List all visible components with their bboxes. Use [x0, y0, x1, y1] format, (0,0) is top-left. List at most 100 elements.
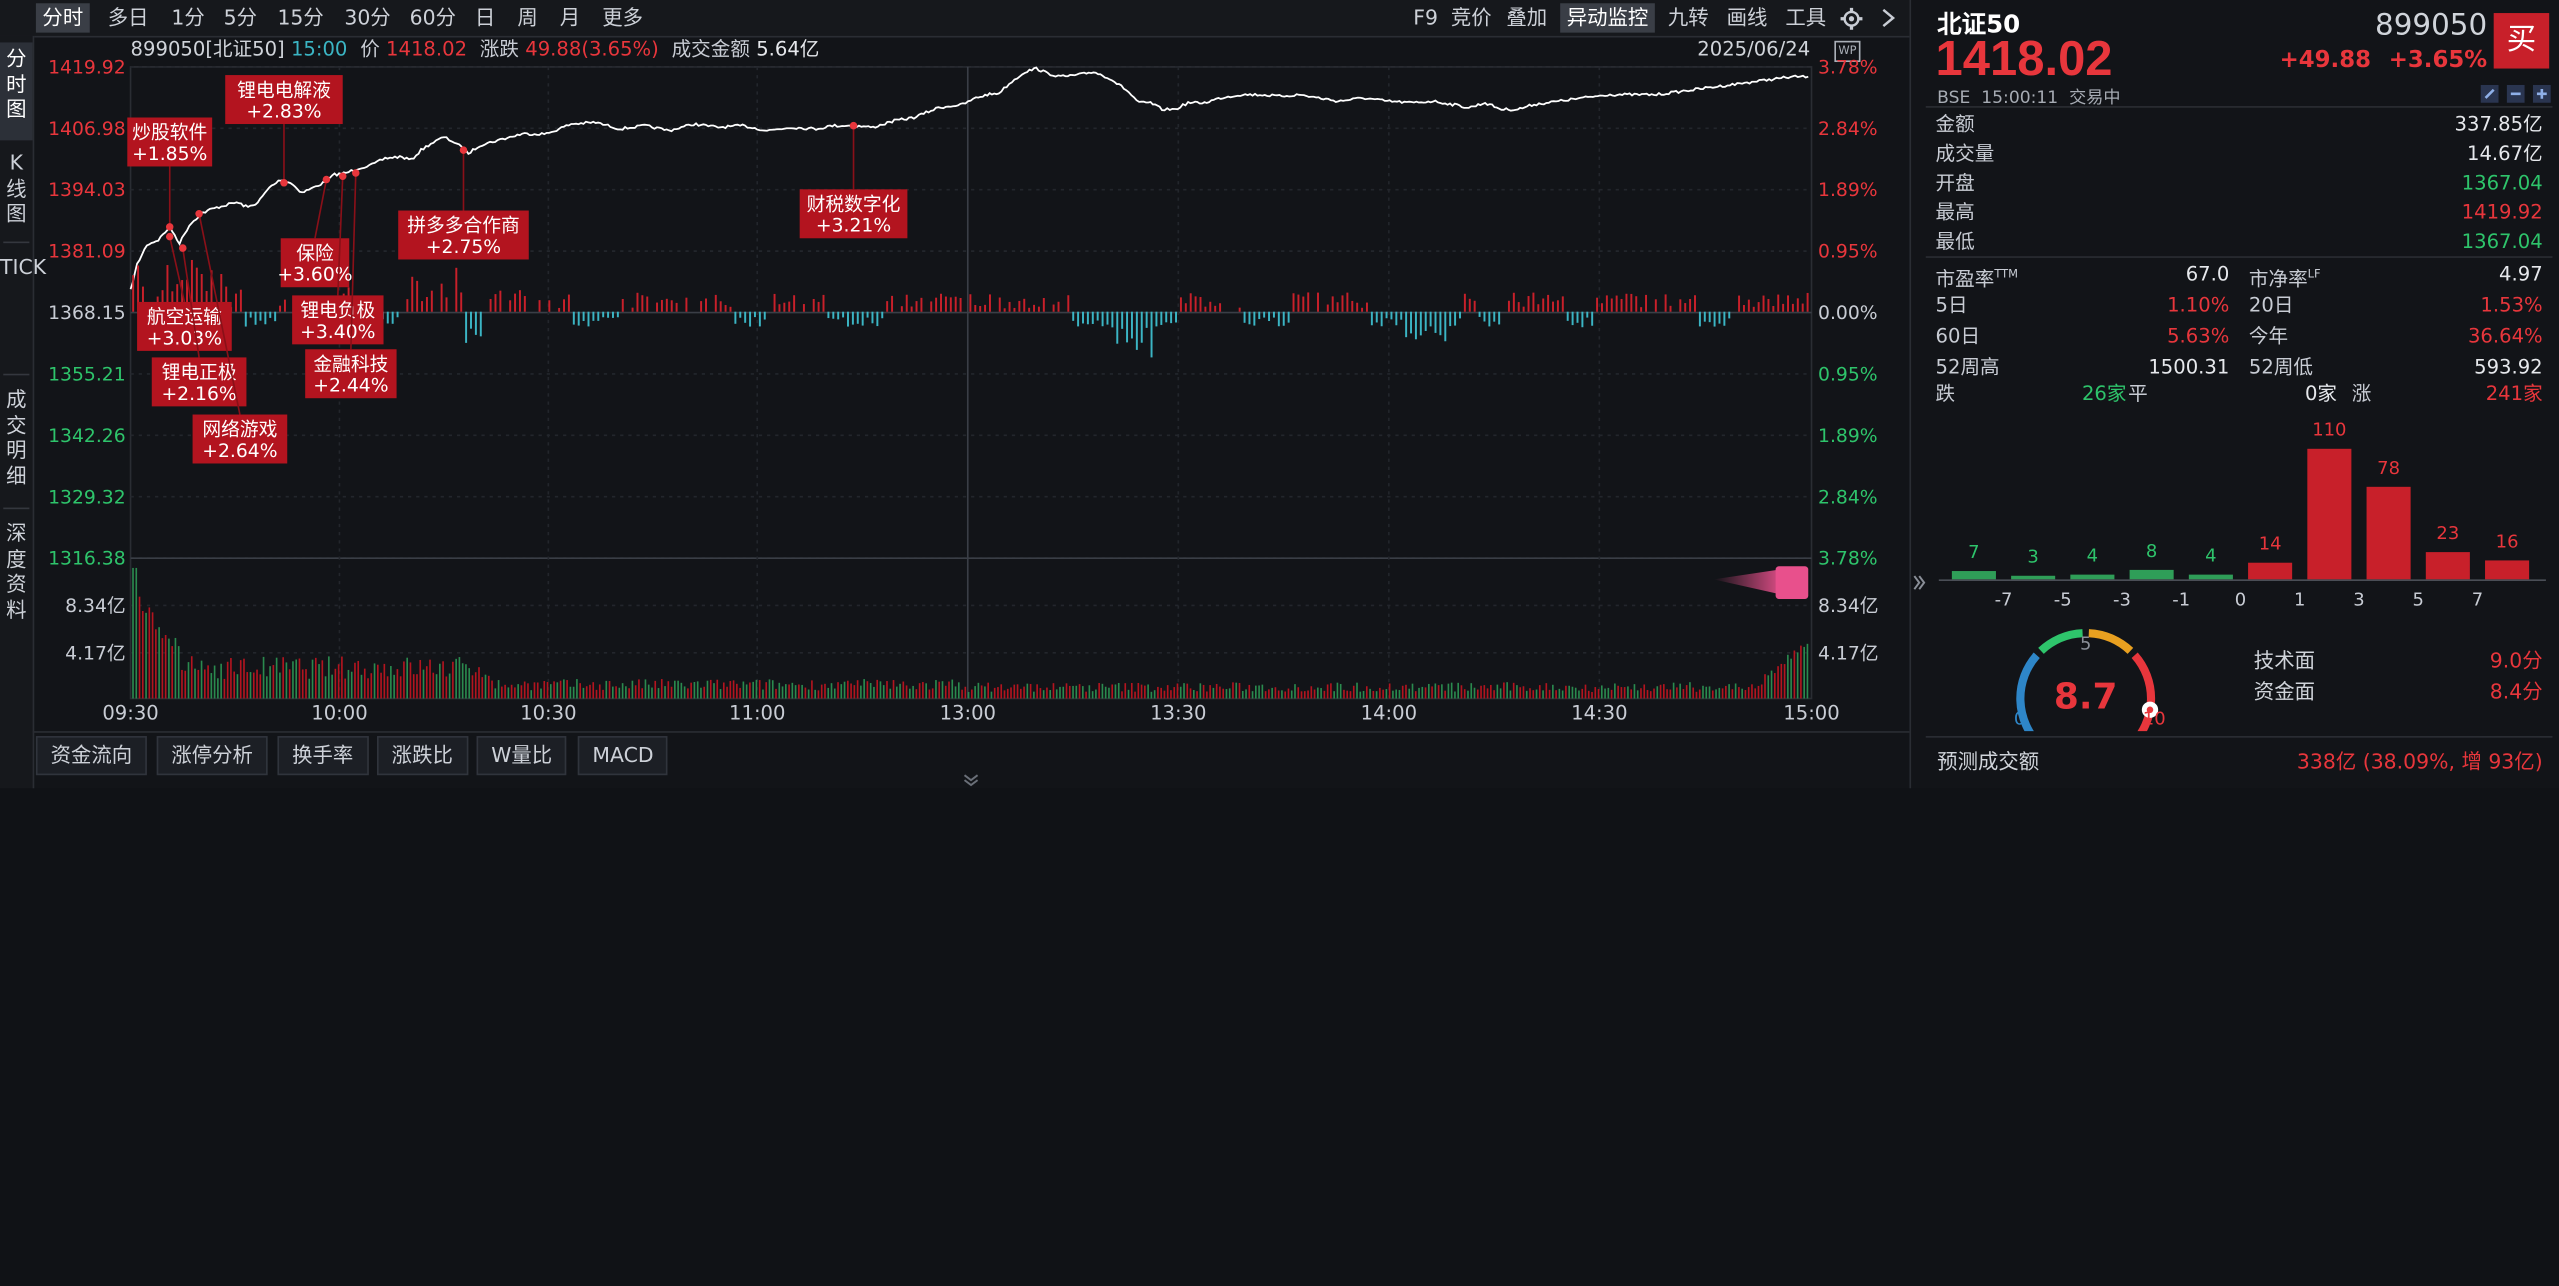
flow-bar-down — [592, 311, 595, 321]
volume-bar — [1388, 683, 1391, 699]
price-axis-label: 1342.26 — [48, 426, 126, 447]
buy-button[interactable]: 买 — [2493, 13, 2550, 69]
volume-bar — [1134, 691, 1136, 699]
price-axis-label: 1368.15 — [48, 303, 126, 324]
volume-bar — [311, 659, 314, 699]
flow-bar-down — [259, 311, 262, 321]
time-axis-label: 13:00 — [940, 702, 996, 725]
flow-bar-up — [1796, 298, 1799, 312]
volume-bar — [468, 668, 471, 699]
flow-bar-down — [244, 311, 247, 327]
volume-bar — [1610, 689, 1613, 699]
flow-bar-down — [479, 311, 482, 337]
flow-bar-down — [607, 311, 610, 318]
cursor-marker[interactable] — [1775, 566, 1809, 599]
flow-bar-up — [1302, 296, 1305, 312]
anomaly-pct: +3.03% — [147, 328, 222, 349]
volume-bar — [559, 680, 562, 699]
volume-bar — [207, 665, 209, 699]
volume-bar — [1519, 687, 1522, 699]
volume-bar — [1757, 685, 1760, 699]
volume-bar — [487, 675, 490, 699]
volume-bar — [1369, 688, 1371, 699]
volume-bar — [758, 680, 761, 699]
anomaly-label[interactable]: 拼多多合作商+2.75% — [398, 146, 529, 260]
volume-bar — [328, 656, 330, 699]
volume-bar — [1682, 689, 1685, 699]
flow-bar-up — [1791, 303, 1794, 312]
tab-advance-decline[interactable]: 涨跌比 — [376, 736, 468, 776]
volume-bar — [376, 664, 379, 699]
flow-bar-down — [1493, 311, 1496, 322]
flow-bar-up — [445, 297, 448, 312]
stat-label: 52周低 — [2248, 355, 2314, 379]
tab-fund-flow[interactable]: 资金流向 — [35, 736, 147, 776]
volume-bar — [1421, 686, 1424, 699]
volume-bar — [935, 680, 937, 699]
volume-bar — [1271, 687, 1273, 699]
volume-bar — [1800, 645, 1802, 699]
stat-row: 金额 337.85亿 — [1936, 111, 2543, 137]
volume-bar — [1228, 688, 1231, 699]
flow-bar-down — [1126, 311, 1129, 343]
flow-bar-down — [758, 311, 761, 327]
flow-bar-down — [744, 311, 747, 323]
flow-bar-up — [944, 296, 947, 312]
tab-w-volume-ratio[interactable]: W量比 — [476, 736, 567, 776]
up-count: 241家 — [2485, 381, 2543, 405]
flow-bar-down — [1390, 311, 1393, 320]
volume-bar — [1640, 688, 1642, 699]
anomaly-dot — [165, 223, 174, 231]
anomaly-label[interactable]: 财税数字化+3.21% — [799, 121, 908, 239]
volume-bar — [1506, 682, 1508, 699]
tab-turnover[interactable]: 换手率 — [277, 736, 369, 776]
volume-bar — [1467, 690, 1469, 699]
volume-bar — [370, 673, 373, 699]
volume-bar — [683, 686, 686, 699]
flow-bar-up — [1189, 293, 1192, 312]
volume-bar — [536, 682, 539, 699]
flow-bar-down — [1400, 311, 1403, 320]
volume-bar — [1104, 686, 1107, 699]
distribution-tick: 0 — [2235, 589, 2246, 610]
volume-bar — [1522, 686, 1525, 699]
flow-bar-up — [788, 301, 791, 312]
flow-bar-down — [763, 311, 766, 320]
volume-bar — [1414, 691, 1417, 699]
flow-bar-down — [734, 311, 737, 324]
breadth-row: 跌 26家平 0家涨 241家 — [1936, 380, 2543, 406]
edit-icon[interactable] — [2480, 84, 2499, 103]
anomaly-pct: +2.83% — [246, 102, 321, 123]
volume-bar — [1760, 684, 1763, 699]
flow-bar-up — [1067, 295, 1070, 312]
stat-row: 最高 1419.92 — [1936, 199, 2543, 225]
gauge-arc — [2088, 629, 2134, 654]
flow-bars — [132, 259, 1809, 358]
flow-bar-down — [1566, 311, 1569, 321]
anomaly-label[interactable]: 锂电电解液+2.83% — [225, 75, 343, 187]
plus-icon[interactable] — [2532, 84, 2551, 103]
volume-bar — [1405, 684, 1407, 699]
volume-bar — [1042, 690, 1045, 699]
stock-terminal: 分时 多日 1分 5分 15分 30分 60分 日 周 月 更多 F9 竞价 叠… — [0, 0, 2559, 789]
flow-bar-up — [1057, 301, 1060, 312]
flow-bar-up — [1356, 302, 1359, 312]
flow-bar-up — [1532, 292, 1535, 312]
volume-bar — [798, 684, 800, 699]
volume-bar — [827, 687, 830, 699]
volume-bar — [674, 680, 676, 699]
tab-limit-up-analysis[interactable]: 涨停分析 — [156, 736, 268, 776]
expand-down-icon[interactable] — [961, 774, 981, 787]
volume-bar — [1656, 686, 1659, 699]
volume-bar — [876, 679, 879, 699]
minus-icon[interactable] — [2506, 84, 2525, 103]
flow-bar-down — [1429, 311, 1432, 327]
flow-bar-up — [523, 296, 526, 312]
flow-bar-up — [1351, 300, 1354, 312]
distribution-value: 4 — [2087, 546, 2098, 567]
volume-bar — [1780, 663, 1783, 699]
flow-bar-up — [1654, 299, 1657, 312]
tab-macd[interactable]: MACD — [577, 736, 669, 776]
volume-bar — [1718, 687, 1721, 699]
flow-bar-down — [1459, 311, 1461, 319]
